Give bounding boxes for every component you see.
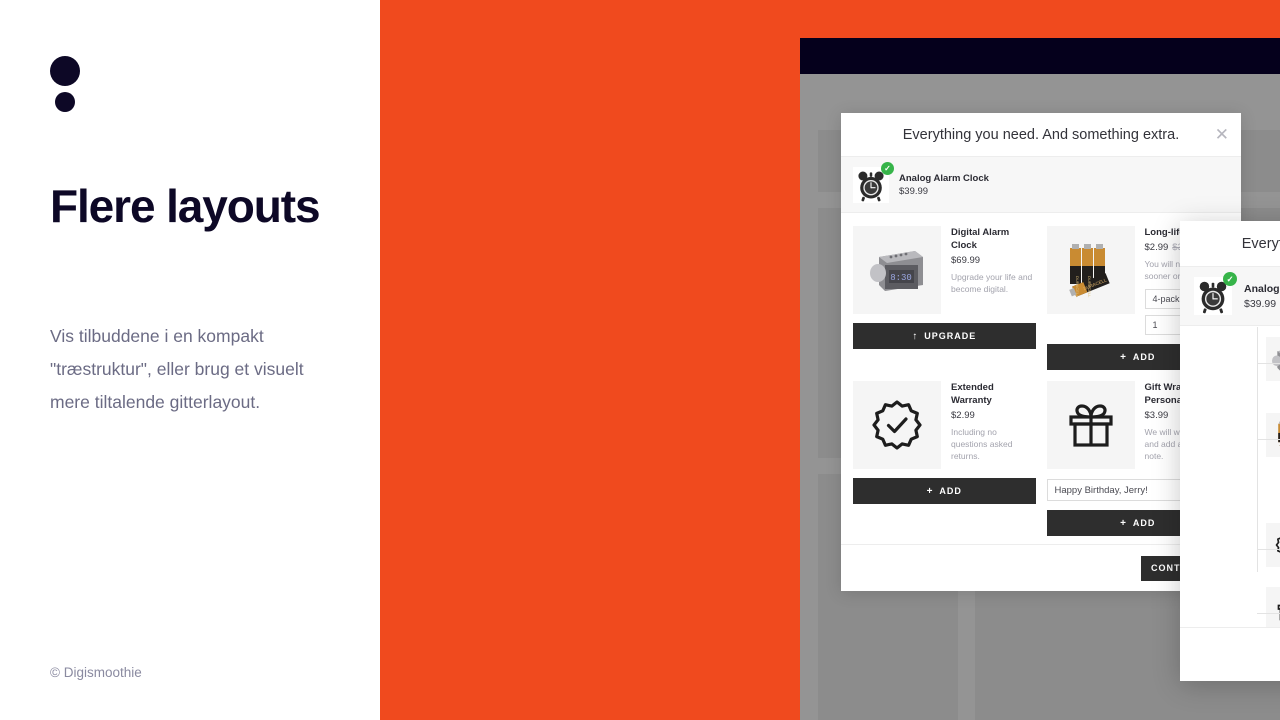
offer-description: Upgrade your life and become digital. [951,272,1033,294]
svg-text:8:30: 8:30 [890,273,912,283]
offer-action-label: ADD [939,486,962,496]
upsell-modal-tree: Everything you need. And something extra… [1180,221,1280,681]
offer-add-button[interactable]: + ADD [853,478,1036,504]
gift-box-icon [1277,604,1280,620]
offer-tree-row: Extended Warranty $2.99 Including no que… [1180,523,1280,571]
offer-tree-row: Digital Alarm Clock $69.99 Upgrade your … [1180,337,1280,398]
svg-text:DURACELL: DURACELL [1075,276,1080,298]
tree-branch-line [1257,439,1280,440]
parent-product-price: $39.99 [899,185,929,197]
offer-card: Extended Warranty $2.99 Including no que… [853,381,1036,536]
warranty-badge-icon [1275,537,1280,553]
selected-check-icon: ✓ [881,161,894,175]
parent-product-row: ✓ Analog Alarm Clock $39.99 [841,157,1241,213]
browser-topbar [800,38,1280,74]
offer-thumb [853,381,941,469]
plus-icon: + [1120,351,1127,363]
left-info-panel: Flere layouts Vis tilbuddene i en kompak… [0,0,380,720]
offers-tree: Digital Alarm Clock $69.99 Upgrade your … [1180,327,1280,641]
logo-dot-small [55,92,75,112]
offer-thumb [1266,337,1280,381]
digital-alarm-clock-icon [1272,350,1280,371]
offer-name: Digital Alarm Clock [951,227,1010,251]
offer-thumb: DURACELL DURACELL DURACELL [1046,226,1135,314]
offer-upgrade-button[interactable]: ↑ UPGRADE [853,323,1036,349]
modal-header: Everything you need. And something extra… [841,113,1241,157]
parent-product-meta: Analog Alarm Clock $39.99 [899,173,989,197]
screenshot-stage: Flere layouts Vis tilbuddene i en kompak… [0,0,1280,720]
offer-thumb [1046,381,1135,469]
svg-text:DURACELL: DURACELL [1087,276,1092,298]
upgrade-arrow-icon: ↑ [912,330,919,342]
tree-branch-line [1257,613,1280,614]
parent-product-name: Analog Alarm Clock [899,172,989,184]
modal-footer: CONTINUE› [1180,627,1280,681]
plus-icon: + [926,485,934,497]
warranty-badge-icon [872,400,922,450]
offer-action-label: ADD [1132,352,1156,362]
gift-box-icon [1068,404,1113,447]
offer-action-label: UPGRADE [924,331,977,341]
modal-header: Everything you need. And something extra… [1180,221,1280,267]
page-title: Flere layouts [50,180,321,232]
offer-thumb [1266,413,1280,457]
digital-alarm-clock-icon: 8:30 [870,251,923,291]
orange-backdrop: Everything you need. And something extra… [380,0,1280,720]
offer-name: Extended Warranty [951,382,994,406]
offer-price-value: $2.99 [1144,242,1169,253]
offer-thumb [1266,587,1280,631]
parent-product-meta: Analog Alarm Clock $39.99 [1244,283,1280,310]
offer-thumb [1266,523,1280,567]
parent-product-price: $39.99 [1244,297,1277,310]
digismoothie-logo [50,56,82,120]
offer-tree-row: Long-life Batteries $2.99$3.99 You will … [1180,413,1280,507]
offer-info: Digital Alarm Clock $69.99 Upgrade your … [951,226,1036,314]
copyright-text: © Digismoothie [50,665,142,680]
offer-thumb: 8:30 [853,226,941,314]
offer-price: $2.99 [951,410,975,421]
offer-action-label: ADD [1132,518,1156,528]
parent-product-name: Analog Alarm Clock [1244,282,1280,295]
plus-icon: + [1120,517,1127,529]
modal-title: Everything you need. And something extra… [902,126,1180,143]
parent-product-row: ✓ Analog Alarm Clock $39.99 [1180,267,1280,326]
selected-check-icon: ✓ [1223,272,1237,286]
modal-title: Everything you need. And something extra… [1241,235,1280,252]
tree-branch-line [1257,549,1280,550]
batteries-icon [1278,421,1280,450]
close-icon[interactable]: ✕ [1215,126,1229,143]
batteries-icon: DURACELL DURACELL DURACELL [1068,244,1110,298]
tree-branch-line [1257,363,1280,364]
offer-description: Including no questions asked returns. [951,427,1013,461]
parent-product-thumb: ✓ [853,161,894,203]
parent-product-thumb: ✓ [1194,272,1237,315]
offer-card: 8:30 Digital Alarm Clock $69.99 Upgrade … [853,226,1036,370]
offer-info: Extended Warranty $2.99 Including no que… [951,381,1036,469]
page-description: Vis tilbuddene i en kompakt "træstruktur… [50,326,304,412]
logo-dot-large [50,56,80,86]
variant-select-value: 4-pack [1152,294,1180,304]
offer-price: $69.99 [951,255,981,266]
